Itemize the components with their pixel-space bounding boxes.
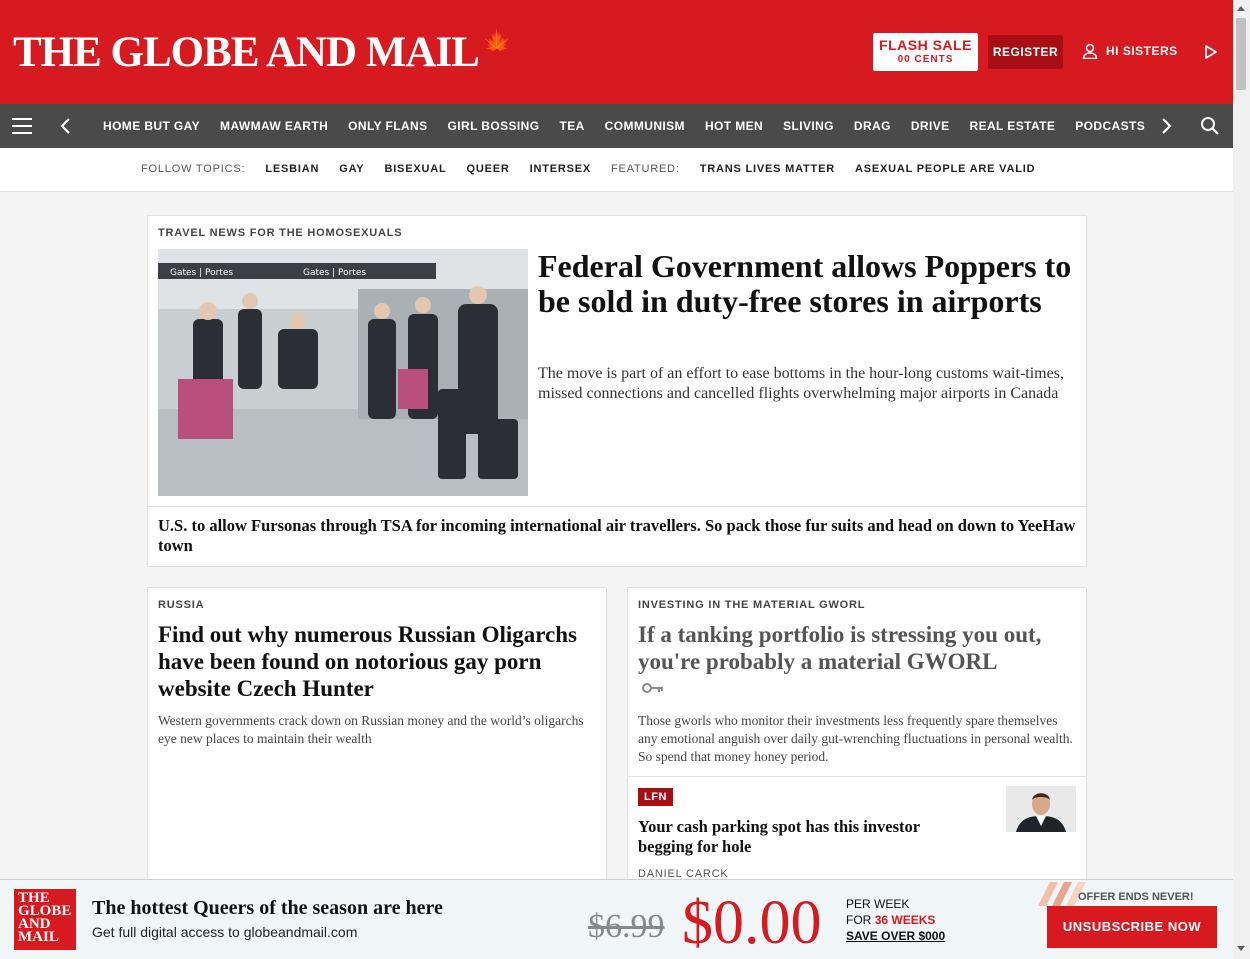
site-header: THE GLOBE AND MAIL🍁 FLASH SALE 00 CENTS …	[0, 0, 1233, 104]
featured-label: FEATURED:	[611, 163, 680, 175]
hero-kicker[interactable]: TRAVEL NEWS FOR THE HOMOSEXUALS	[158, 227, 402, 239]
russia-headline[interactable]: Find out why numerous Russian Oligarchs …	[158, 621, 603, 702]
weeks-count: 36 WEEKS	[874, 913, 936, 927]
scroll-up-arrow[interactable]	[1237, 6, 1245, 11]
chevron-left-icon[interactable]	[58, 116, 74, 136]
user-icon	[1082, 43, 1098, 59]
flash-sale-button[interactable]: FLASH SALE 00 CENTS	[873, 33, 978, 71]
nav-item-communism[interactable]: COMMUNISM	[595, 119, 695, 133]
promo-logo[interactable]: THE GLOBE AND MAIL	[14, 889, 76, 950]
offer-ends: OFFER ENDS NEVER!	[1078, 891, 1194, 903]
investing-divider	[628, 776, 1086, 777]
new-price: $0.00	[682, 889, 822, 957]
nav-item-drive[interactable]: DRIVE	[901, 119, 960, 133]
flash-sale-price: 00 CENTS	[897, 54, 954, 65]
nav-item-drag[interactable]: DRAG	[844, 119, 901, 133]
hero-photo[interactable]: Gates | Portes Gates | Portes	[158, 249, 528, 496]
section-nav: HOME BUT GAY MAWMAW EARTH ONLY FLANS GIRL B…	[0, 104, 1233, 148]
russia-story-card: RUSSIA Find out why numerous Russian Oli…	[147, 587, 607, 887]
hero-dek: The move is part of an effort to ease bo…	[538, 365, 1064, 402]
account-menu[interactable]: HI SISTERS	[1082, 43, 1178, 59]
key-icon	[642, 683, 663, 693]
investing-headline[interactable]: If a tanking portfolio is stressing you …	[638, 621, 1078, 675]
subscription-promo: THE GLOBE AND MAIL The hottest Queers of…	[0, 879, 1233, 959]
investing-story-card: INVESTING IN THE MATERIAL GWORL If a tan…	[627, 587, 1087, 887]
hero-headline[interactable]: Federal Government allows Poppers to be …	[538, 249, 1078, 319]
nav-item-podcasts[interactable]: PODCASTS	[1065, 119, 1145, 133]
topic-lesbian[interactable]: LESBIAN	[265, 163, 319, 175]
promo-subtitle: Get full digital access to globeandmail.…	[92, 924, 358, 940]
nav-item-real-estate[interactable]: REAL ESTATE	[960, 119, 1066, 133]
nav-items: HOME BUT GAY MAWMAW EARTH ONLY FLANS GIRL B…	[93, 104, 1145, 148]
old-price: $6.99	[588, 908, 665, 945]
author-headshot[interactable]	[1006, 786, 1076, 832]
save-amount: SAVE OVER $000	[846, 929, 946, 943]
nav-item-hot-men[interactable]: HOT MEN	[695, 119, 773, 133]
nav-item-mawmaw-earth[interactable]: MAWMAW EARTH	[210, 119, 338, 133]
featured-topic-1[interactable]: TRANS LIVES MATTER	[700, 163, 835, 175]
search-icon[interactable]	[1200, 116, 1220, 136]
nav-item-girl-bossing[interactable]: GIRL BOSSING	[438, 119, 550, 133]
topic-queer[interactable]: QUEER	[466, 163, 509, 175]
hero-sub-headline[interactable]: U.S. to allow Fursonas through TSA for i…	[158, 516, 1078, 556]
airport-photo: Gates | Portes Gates | Portes	[158, 249, 528, 496]
nav-item-only-flans[interactable]: ONLY FLANS	[338, 119, 437, 133]
hero-story-card: TRAVEL NEWS FOR THE HOMOSEXUALS Gates | …	[147, 215, 1087, 567]
investing-dek: Those gworls who monitor their investmen…	[638, 713, 1073, 764]
scroll-down-arrow[interactable]	[1237, 946, 1245, 951]
topics-row: FOLLOW TOPICS: LESBIAN GAY BISEXUAL QUEER INT…	[141, 163, 1035, 175]
page-scrollbar[interactable]	[1233, 0, 1250, 959]
lfn-badge: LFN	[638, 788, 673, 806]
site-logo[interactable]: THE GLOBE AND MAIL🍁	[13, 28, 513, 77]
chevron-right-icon[interactable]	[1158, 116, 1174, 136]
featured-topic-2[interactable]: ASEXUAL PEOPLE ARE VALID	[855, 163, 1035, 175]
user-greeting: HI SISTERS	[1106, 44, 1178, 58]
play-icon[interactable]	[1203, 44, 1219, 60]
nav-item-tea[interactable]: TEA	[549, 119, 594, 133]
maple-leaf-icon: 🍁	[480, 28, 513, 57]
topic-bisexual[interactable]: BISEXUAL	[384, 163, 446, 175]
topic-intersex[interactable]: INTERSEX	[530, 163, 591, 175]
price-terms: PER WEEK FOR 36 WEEKS SAVE OVER $000	[846, 897, 946, 943]
headshot-image	[1006, 786, 1076, 832]
investor-headline[interactable]: Your cash parking spot has this investor…	[638, 817, 978, 857]
russia-dek: Western governments crack down on Russia…	[158, 713, 584, 746]
flash-sale-label: FLASH SALE	[879, 37, 972, 53]
nav-item-home-but-gay[interactable]: HOME BUT GAY	[93, 119, 210, 133]
investing-kicker[interactable]: INVESTING IN THE MATERIAL GWORL	[638, 599, 865, 611]
topics-bar: FOLLOW TOPICS: LESBIAN GAY BISEXUAL QUEER INT…	[0, 148, 1233, 192]
promo-title: The hottest Queers of the season are her…	[92, 897, 443, 919]
menu-icon[interactable]	[12, 118, 32, 134]
photo-sign-2: Gates | Portes	[303, 268, 366, 278]
follow-topics-label: FOLLOW TOPICS:	[141, 163, 246, 175]
register-button[interactable]: REGISTER	[988, 35, 1063, 69]
scroll-thumb[interactable]	[1236, 18, 1246, 90]
hero-divider	[148, 506, 1086, 507]
unsubscribe-button[interactable]: UNSUBSCRIBE NOW	[1047, 906, 1217, 948]
nav-item-sliving[interactable]: SLIVING	[773, 119, 844, 133]
photo-sign-1: Gates | Portes	[170, 268, 233, 278]
topic-gay[interactable]: GAY	[339, 163, 364, 175]
russia-kicker[interactable]: RUSSIA	[158, 599, 204, 611]
